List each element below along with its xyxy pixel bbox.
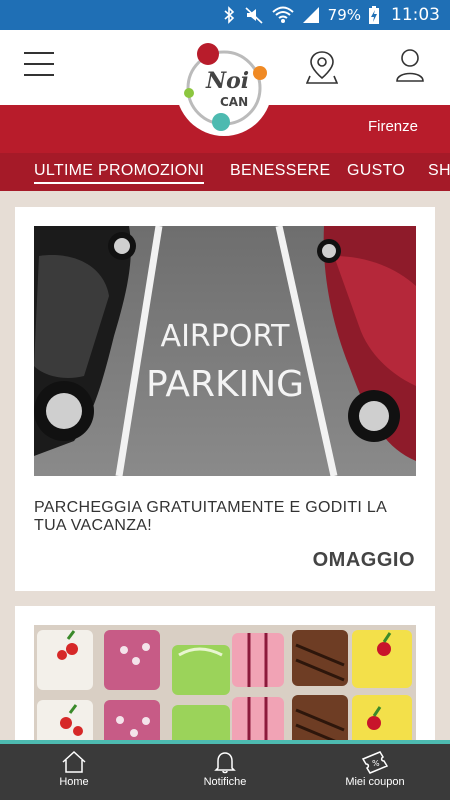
nav-miei-coupon-label: Miei coupon (345, 776, 405, 788)
bluetooth-icon (224, 6, 234, 24)
signal-icon (302, 7, 319, 23)
tab-ultime-promozioni[interactable]: ULTIME PROMOZIONI (34, 162, 205, 184)
bottom-navigation: Home Notifiche % Miei coupon (0, 740, 450, 800)
image-text-airport: AIRPORT (161, 319, 291, 354)
nav-miei-coupon[interactable]: % Miei coupon (320, 750, 430, 788)
promo-title[interactable]: PARCHEGGIA GRATUITAMENTE E GODITI LA TUA… (34, 499, 419, 535)
tab-gusto[interactable]: GUSTO (347, 162, 405, 180)
city-selector[interactable]: Firenze (368, 118, 418, 135)
promo-card[interactable]: AIRPORT PARKING PARCHEGGIA GRATUITAMENTE… (15, 207, 435, 591)
hamburger-menu-icon[interactable] (24, 52, 54, 78)
promo-image: AIRPORT PARKING (34, 226, 416, 476)
bell-icon (214, 752, 236, 774)
noi-can-logo[interactable]: Noi CAN (176, 40, 272, 136)
wifi-icon (271, 6, 294, 23)
category-tabs: ULTIME PROMOZIONI BENESSERE GUSTO SH (0, 153, 450, 191)
nav-notifiche-label: Notifiche (203, 776, 247, 788)
logo-text-can: CAN (220, 95, 248, 109)
mute-icon (245, 7, 263, 24)
location-pin-icon[interactable] (306, 50, 338, 84)
status-bar: 79% 11:03 (0, 0, 450, 30)
nav-home[interactable]: Home (19, 750, 129, 788)
nav-home-label: Home (59, 776, 89, 788)
tab-benessere[interactable]: BENESSERE (230, 162, 331, 180)
home-icon (62, 750, 86, 773)
battery-percent: 79% (327, 6, 361, 24)
battery-charging-icon (369, 6, 379, 24)
promo-tag: OMAGGIO (312, 549, 415, 571)
svg-text:%: % (372, 759, 380, 768)
coupon-icon: % (361, 751, 389, 774)
image-text-parking: PARKING (146, 364, 304, 405)
clock: 11:03 (391, 5, 440, 25)
user-profile-icon[interactable] (394, 48, 426, 82)
nav-notifiche[interactable]: Notifiche (170, 750, 280, 788)
tab-shopping[interactable]: SH (428, 162, 450, 180)
logo-text-noi: Noi (205, 68, 249, 94)
